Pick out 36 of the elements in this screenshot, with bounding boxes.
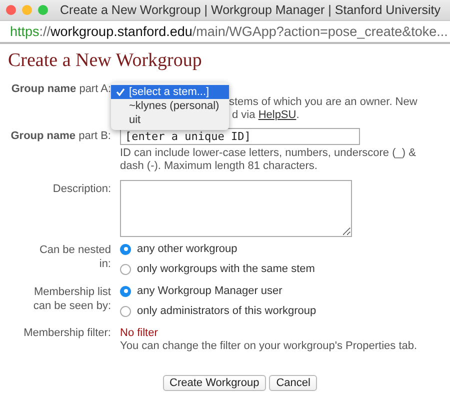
radio-button[interactable] (120, 306, 131, 316)
radio-option[interactable]: any Workgroup Manager user (120, 281, 442, 301)
field-label: Can be nested in: (38, 243, 111, 272)
stem-dropdown-menu[interactable]: [select a stem...] ~klynes (personal) uit (111, 82, 229, 130)
help-text: You can change the filter on your workgroup's Properties tab. (120, 340, 418, 353)
address-bar[interactable]: https://workgroup.stanford.edu/main/WGApp?action=pose_create&toke... (10, 24, 448, 39)
radio-option[interactable]: only administrators of this workgroup (120, 301, 442, 321)
maximize-icon[interactable] (38, 5, 48, 15)
cancel-button[interactable]: Cancel (269, 375, 318, 391)
create-button[interactable]: Create Workgroup (162, 375, 266, 391)
field-label: Membership filter: (22, 327, 111, 341)
help-text: stems of which you are an owner. New (229, 96, 418, 108)
close-icon[interactable] (6, 5, 16, 15)
radio-button[interactable] (120, 244, 131, 254)
radio-button[interactable] (120, 286, 131, 296)
help-text: . (296, 108, 300, 120)
dropdown-option[interactable]: uit (111, 113, 229, 127)
field-label: Membership list can be seen by: (32, 285, 111, 314)
help-text: ID can include lower-case letters, numbers, underscore (_) & dash (-). Maximum length 81 characters. (120, 147, 417, 172)
helpsu-link[interactable]: HelpSU (258, 108, 296, 120)
filter-value: No filter (120, 327, 159, 340)
radio-option[interactable]: only workgroups with the same stem (120, 259, 442, 279)
dropdown-option[interactable]: [select a stem...] (111, 85, 229, 99)
window-title: Create a New Workgroup | Workgroup Manager | Stanford University (60, 3, 440, 17)
group-id-field[interactable]: [enter a unique ID] (120, 128, 360, 145)
minimize-icon[interactable] (22, 5, 32, 15)
field-label: Group name part B: (10, 129, 111, 144)
description-field[interactable] (120, 180, 352, 237)
page-heading: Create a New Workgroup (8, 50, 203, 72)
radio-option[interactable]: any other workgroup (120, 239, 442, 259)
field-label: Description: (52, 182, 111, 197)
field-label: Group name part A: (10, 82, 111, 97)
checkmark-icon (116, 88, 125, 96)
dropdown-option[interactable]: ~klynes (personal) (111, 99, 229, 113)
help-text: d via (232, 108, 256, 120)
radio-button[interactable] (120, 264, 131, 274)
